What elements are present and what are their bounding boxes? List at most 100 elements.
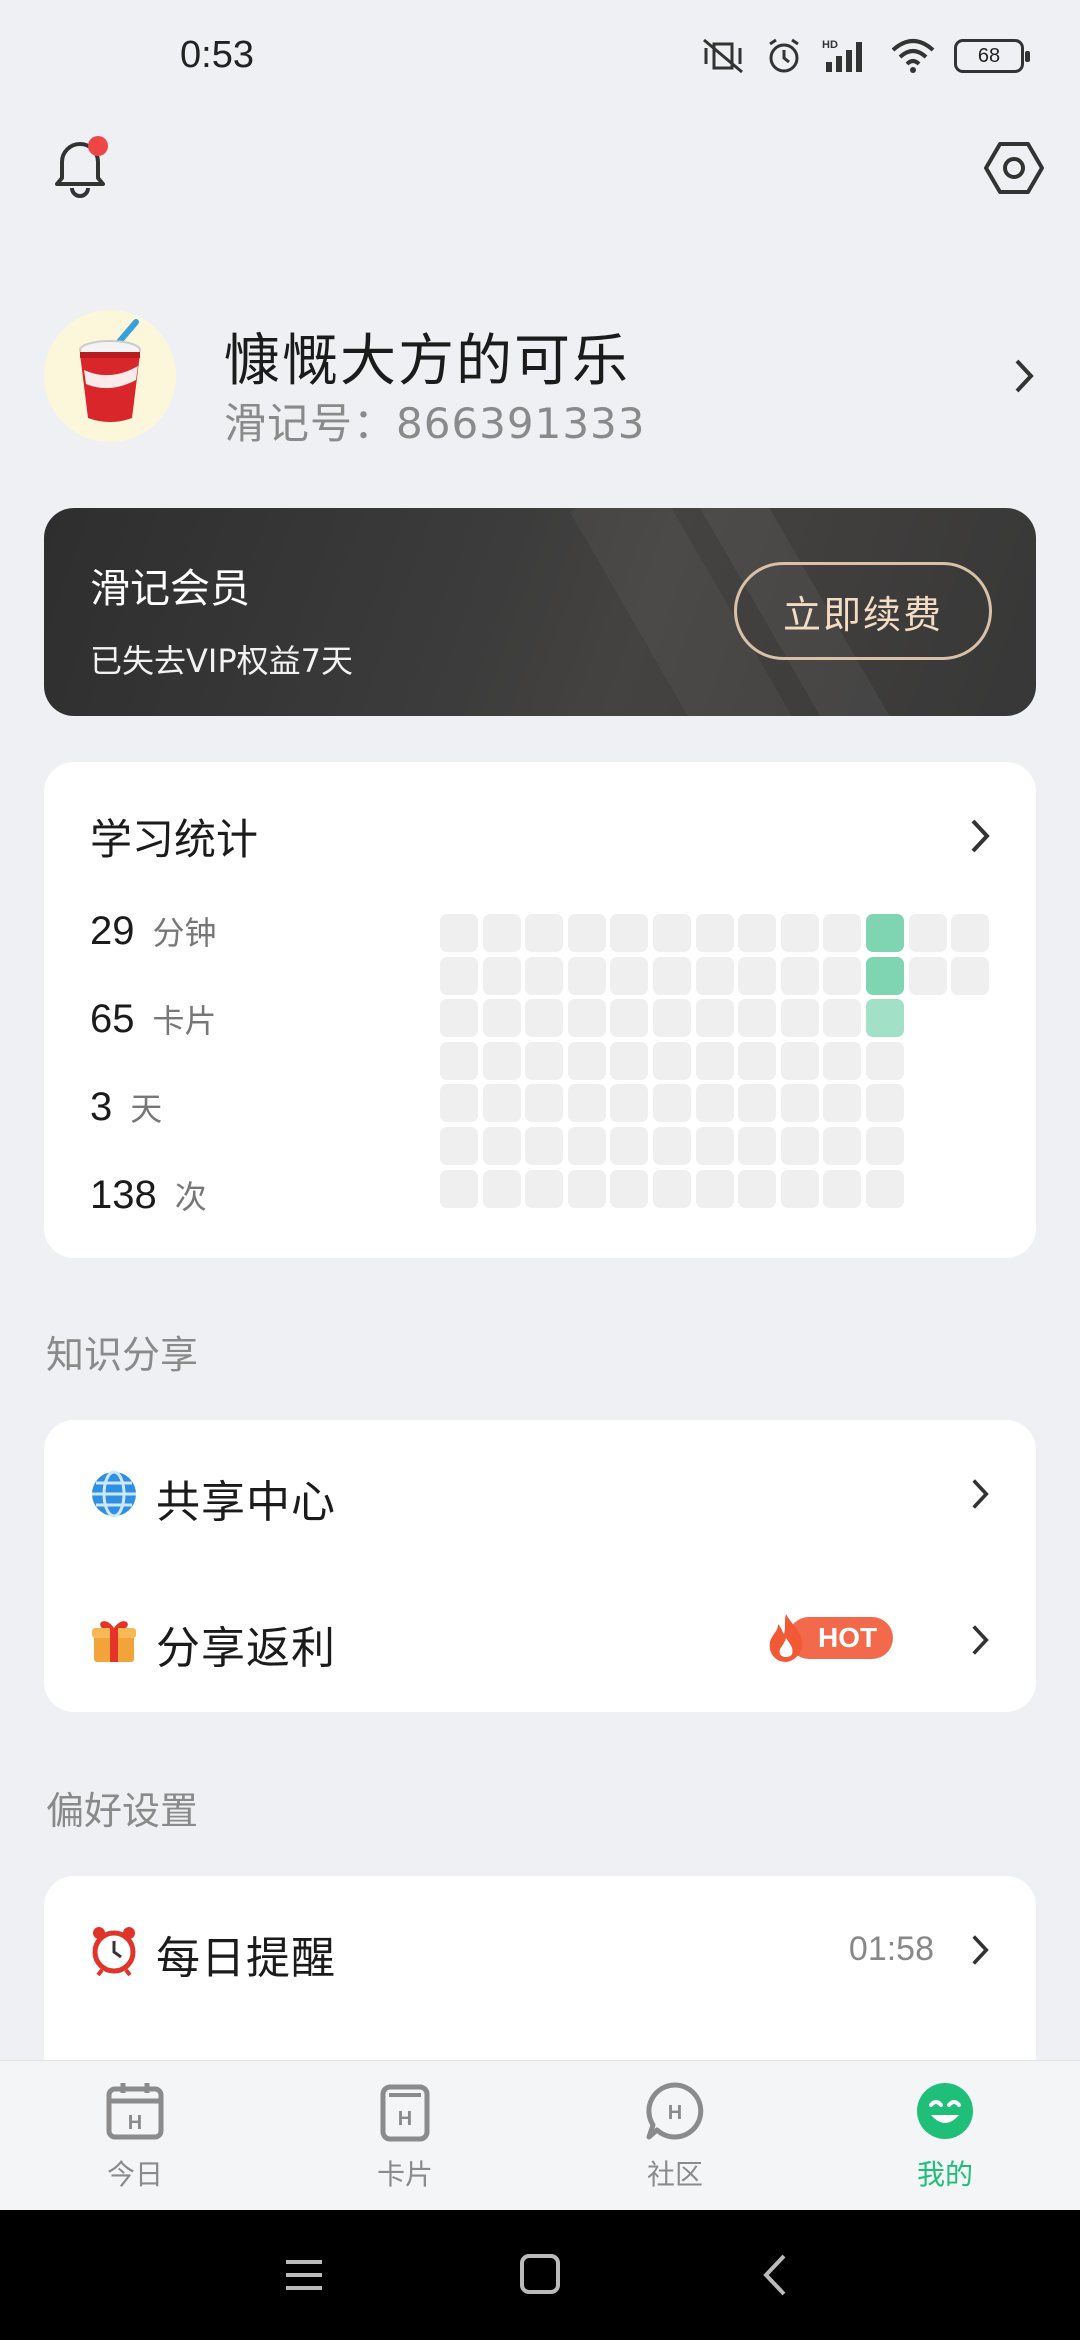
heatmap-cell [909, 914, 947, 952]
heatmap-cell [866, 1170, 904, 1208]
heatmap-cell [951, 957, 989, 995]
wifi-icon [891, 39, 935, 73]
status-icons: HD 68 [700, 36, 1030, 76]
status-bar: 0:53 HD 68 [0, 0, 1080, 120]
heatmap-cell [568, 1127, 606, 1165]
account-id: 滑记号：866391333 [224, 399, 646, 448]
heatmap-cell [653, 1170, 691, 1208]
menu-label: 分享返利 [156, 1623, 336, 1674]
vip-status-text: 已失去VIP权益7天 [90, 642, 353, 680]
profile-header[interactable]: 慷慨大方的可乐 滑记号：866391333 [44, 310, 1036, 448]
menu-item-share-center[interactable]: 共享中心 [44, 1420, 1036, 1566]
nav-label: 我的 [916, 2158, 973, 2191]
menu-label: 每日提醒 [156, 1933, 336, 1984]
back-icon[interactable] [746, 2250, 806, 2300]
heatmap-cell [781, 914, 819, 952]
heatmap-cell [866, 999, 904, 1037]
heatmap-cell [738, 999, 776, 1037]
heatmap-cell [781, 1127, 819, 1165]
heatmap-cell [525, 1042, 563, 1080]
heatmap-cell [483, 1084, 521, 1122]
mute-vibrate-icon [703, 38, 743, 74]
heatmap-cell [525, 1170, 563, 1208]
heatmap-cell [440, 1127, 478, 1165]
heatmap-cell [781, 957, 819, 995]
heatmap-cell [696, 1042, 734, 1080]
heatmap-cell [696, 957, 734, 995]
heatmap-cell [738, 1084, 776, 1122]
menu-item-share-rebate[interactable]: 分享返利 HOT [44, 1566, 1036, 1712]
heatmap-cell [909, 957, 947, 995]
battery-level: 68 [977, 44, 1001, 67]
heatmap-cell [610, 999, 648, 1037]
bottom-nav: H 今日 H 卡片 H 社区 我的 [0, 2060, 1080, 2210]
heatmap-cell [525, 1084, 563, 1122]
svg-text:H: H [398, 2108, 412, 2130]
heatmap-cell [653, 914, 691, 952]
heatmap-cell [781, 1170, 819, 1208]
heatmap-cell [823, 1170, 861, 1208]
heatmap-cell [823, 1127, 861, 1165]
stat-cards: 65 卡片 [90, 996, 217, 1042]
notification-button[interactable] [50, 134, 110, 198]
nickname: 慷慨大方的可乐 [224, 329, 630, 394]
menu-item-daily-reminder[interactable]: 每日提醒 01:58 [44, 1876, 1036, 2022]
heatmap-cell [823, 1084, 861, 1122]
learning-stats-card[interactable]: 学习统计 29 分钟 65 卡片 3 天 138 次 [44, 762, 1036, 1258]
calendar-icon: H [106, 2083, 164, 2140]
stat-times: 138 次 [90, 1172, 207, 1218]
heatmap-cell [866, 1127, 904, 1165]
hot-badge: HOT [764, 1612, 894, 1664]
stat-minutes: 29 分钟 [90, 908, 217, 954]
heatmap-cell [483, 1127, 521, 1165]
heatmap-cell [738, 1127, 776, 1165]
heatmap-cell [440, 999, 478, 1037]
settings-hexagon-icon [984, 142, 1044, 194]
heatmap-cell [483, 957, 521, 995]
vip-membership-card[interactable]: 滑记会员 已失去VIP权益7天 立即续费 [44, 508, 1036, 716]
heatmap-cell [525, 914, 563, 952]
stat-unit: 分钟 [152, 914, 217, 952]
gift-icon [92, 1621, 136, 1662]
heatmap-cell [781, 999, 819, 1037]
menu-icon[interactable] [274, 2250, 334, 2300]
heatmap-cell [653, 1127, 691, 1165]
status-time: 0:53 [180, 34, 254, 76]
nav-tab-community[interactable]: H 社区 [585, 2079, 765, 2199]
heatmap-cell [696, 914, 734, 952]
stat-value: 29 [90, 909, 135, 953]
alarm-clock-icon [92, 1927, 136, 1976]
heatmap-cell [866, 1084, 904, 1122]
nav-tab-today[interactable]: H 今日 [45, 2079, 225, 2199]
stat-unit: 卡片 [152, 1002, 217, 1040]
heatmap-cell [440, 1170, 478, 1208]
renew-button[interactable]: 立即续费 [734, 562, 992, 660]
signal-icon: HD [822, 39, 862, 72]
cola-cup-icon [79, 319, 141, 422]
avatar[interactable] [44, 310, 176, 442]
heatmap-cell [823, 914, 861, 952]
heatmap-cell [696, 1127, 734, 1165]
heatmap-cell [653, 957, 691, 995]
heatmap-cell [823, 1042, 861, 1080]
chevron-right-icon [972, 1935, 989, 1965]
heatmap-cell [738, 957, 776, 995]
preferences-menu-card: 每日提醒 01:58 [44, 1876, 1036, 2076]
nav-tab-me[interactable]: 我的 [855, 2079, 1035, 2199]
home-icon[interactable] [510, 2250, 570, 2300]
heatmap-cell [781, 1084, 819, 1122]
menu-label: 共享中心 [156, 1477, 336, 1528]
section-title-knowledge: 知识分享 [46, 1333, 199, 1377]
stat-unit: 天 [130, 1090, 163, 1128]
svg-text:HD: HD [822, 39, 838, 51]
reminder-time: 01:58 [848, 1930, 934, 1968]
activity-heatmap [440, 914, 1000, 1214]
chevron-right-icon [972, 1625, 989, 1655]
nav-tab-cards[interactable]: H 卡片 [315, 2079, 495, 2199]
settings-button[interactable] [984, 138, 1044, 198]
system-nav-bar [0, 2210, 1080, 2340]
vip-title: 滑记会员 [90, 566, 250, 612]
stats-title: 学习统计 [90, 815, 259, 864]
heatmap-cell [653, 1042, 691, 1080]
chevron-right-icon [1015, 359, 1034, 393]
